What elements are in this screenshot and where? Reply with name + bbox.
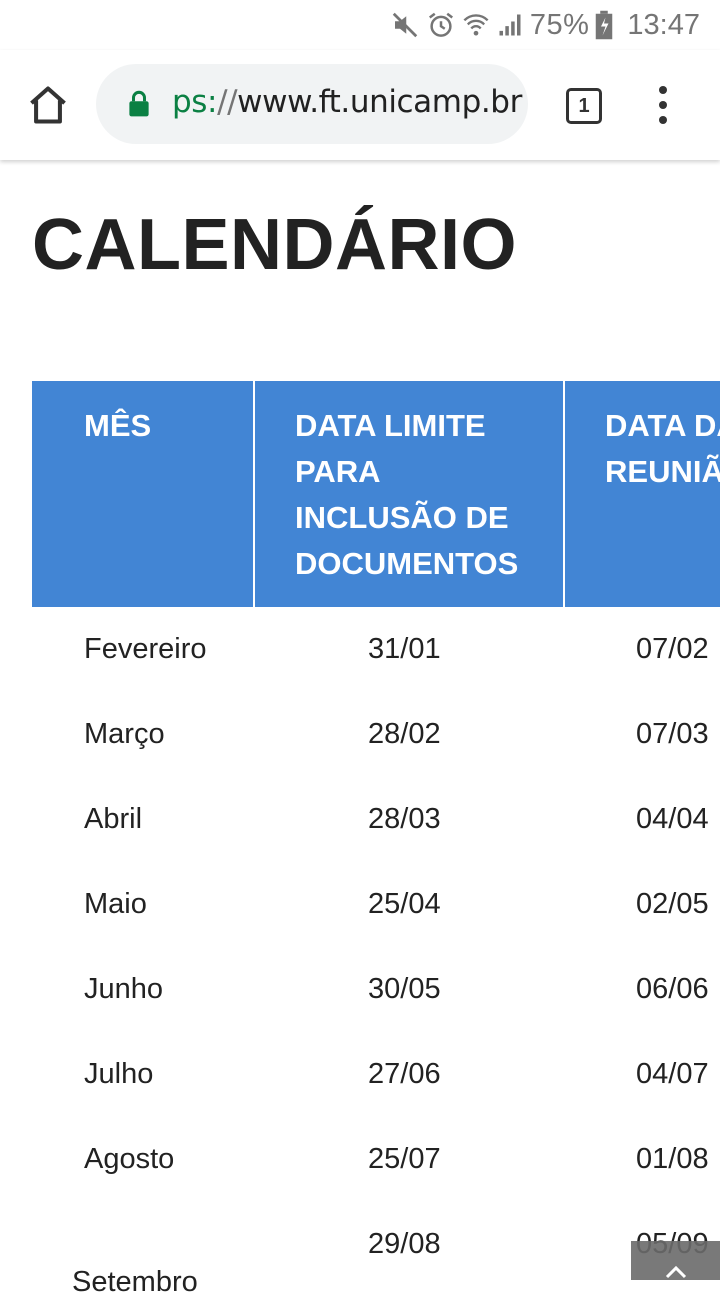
calendar-table-container[interactable]: MÊS DATA LIMITE PARA INCLUSÃO DE DOCUMEN…: [32, 381, 720, 1287]
deadline-cell: 28/03: [368, 803, 441, 835]
url-bar[interactable]: ps://www.ft.unicamp.br: [96, 64, 528, 144]
alarm-icon: [428, 12, 453, 37]
home-icon: [30, 86, 66, 124]
table-row: Abril 28/03 04/04: [32, 777, 720, 862]
deadline-cell: 25/07: [368, 1143, 441, 1175]
month-cell: Maio: [84, 888, 147, 920]
page-title: CALENDÁRIO: [32, 205, 517, 285]
deadline-cell: 25/04: [368, 888, 441, 920]
month-cell: Junho: [84, 973, 164, 1005]
table-row: Fevereiro 31/01 07/02: [32, 607, 720, 692]
month-cell: Julho: [84, 1058, 154, 1090]
signal-icon: [499, 14, 521, 36]
table-header-row: MÊS DATA LIMITE PARA INCLUSÃO DE DOCUMEN…: [32, 381, 720, 607]
header-meeting: DATA DA REUNIÃ: [564, 381, 720, 607]
lock-icon: [129, 90, 149, 117]
deadline-cell: 29/08: [368, 1228, 441, 1260]
more-vert-icon: [659, 86, 667, 124]
partial-month-cell: Setembro: [72, 1266, 198, 1298]
overflow-menu-button[interactable]: [650, 84, 676, 126]
battery-icon: [596, 10, 613, 40]
table-row: Agosto 25/07 01/08: [32, 1117, 720, 1202]
month-cell: Abril: [84, 803, 143, 835]
clock: 13:47: [627, 8, 700, 41]
month-cell: Março: [84, 718, 165, 750]
deadline-cell: 31/01: [368, 633, 441, 665]
deadline-cell: 30/05: [368, 973, 441, 1005]
meeting-cell: 06/06: [636, 973, 709, 1005]
status-bar: 75% 13:47: [0, 0, 720, 50]
browser-toolbar: ps://www.ft.unicamp.br 1: [0, 50, 720, 160]
meeting-cell: 07/02: [636, 633, 709, 665]
tab-switcher-button[interactable]: 1: [566, 88, 602, 124]
month-cell: Fevereiro: [84, 633, 207, 665]
header-month: MÊS: [32, 381, 255, 607]
table-row: Março 28/02 07/03: [32, 692, 720, 777]
calendar-table: MÊS DATA LIMITE PARA INCLUSÃO DE DOCUMEN…: [32, 381, 720, 1287]
url-scheme: ps:: [172, 84, 218, 120]
header-deadline: DATA LIMITE PARA INCLUSÃO DE DOCUMENTOS: [254, 381, 565, 607]
tab-count: 1: [566, 88, 602, 124]
scroll-to-top-button[interactable]: [631, 1241, 720, 1280]
meeting-cell: 04/07: [636, 1058, 709, 1090]
home-button[interactable]: [26, 83, 70, 127]
meeting-cell: 01/08: [636, 1143, 709, 1175]
meeting-cell: 02/05: [636, 888, 709, 920]
status-icons: 75% 13:47: [390, 6, 700, 44]
meeting-cell: 04/04: [636, 803, 709, 835]
mute-icon: [392, 12, 418, 38]
battery-percent: 75%: [529, 8, 590, 41]
deadline-cell: 28/02: [368, 718, 441, 750]
deadline-cell: 27/06: [368, 1058, 441, 1090]
chevron-up-icon: [665, 1265, 687, 1279]
table-row: Maio 25/04 02/05: [32, 862, 720, 947]
url-separator: //: [217, 84, 238, 120]
wifi-icon: [463, 14, 489, 36]
table-row: Julho 27/06 04/07: [32, 1032, 720, 1117]
url-text: ps://www.ft.unicamp.br: [172, 84, 522, 120]
month-cell: Agosto: [84, 1143, 175, 1175]
meeting-cell: 07/03: [636, 718, 709, 750]
url-host: www.ft.unicamp.br: [237, 84, 522, 120]
table-row: Junho 30/05 06/06: [32, 947, 720, 1032]
